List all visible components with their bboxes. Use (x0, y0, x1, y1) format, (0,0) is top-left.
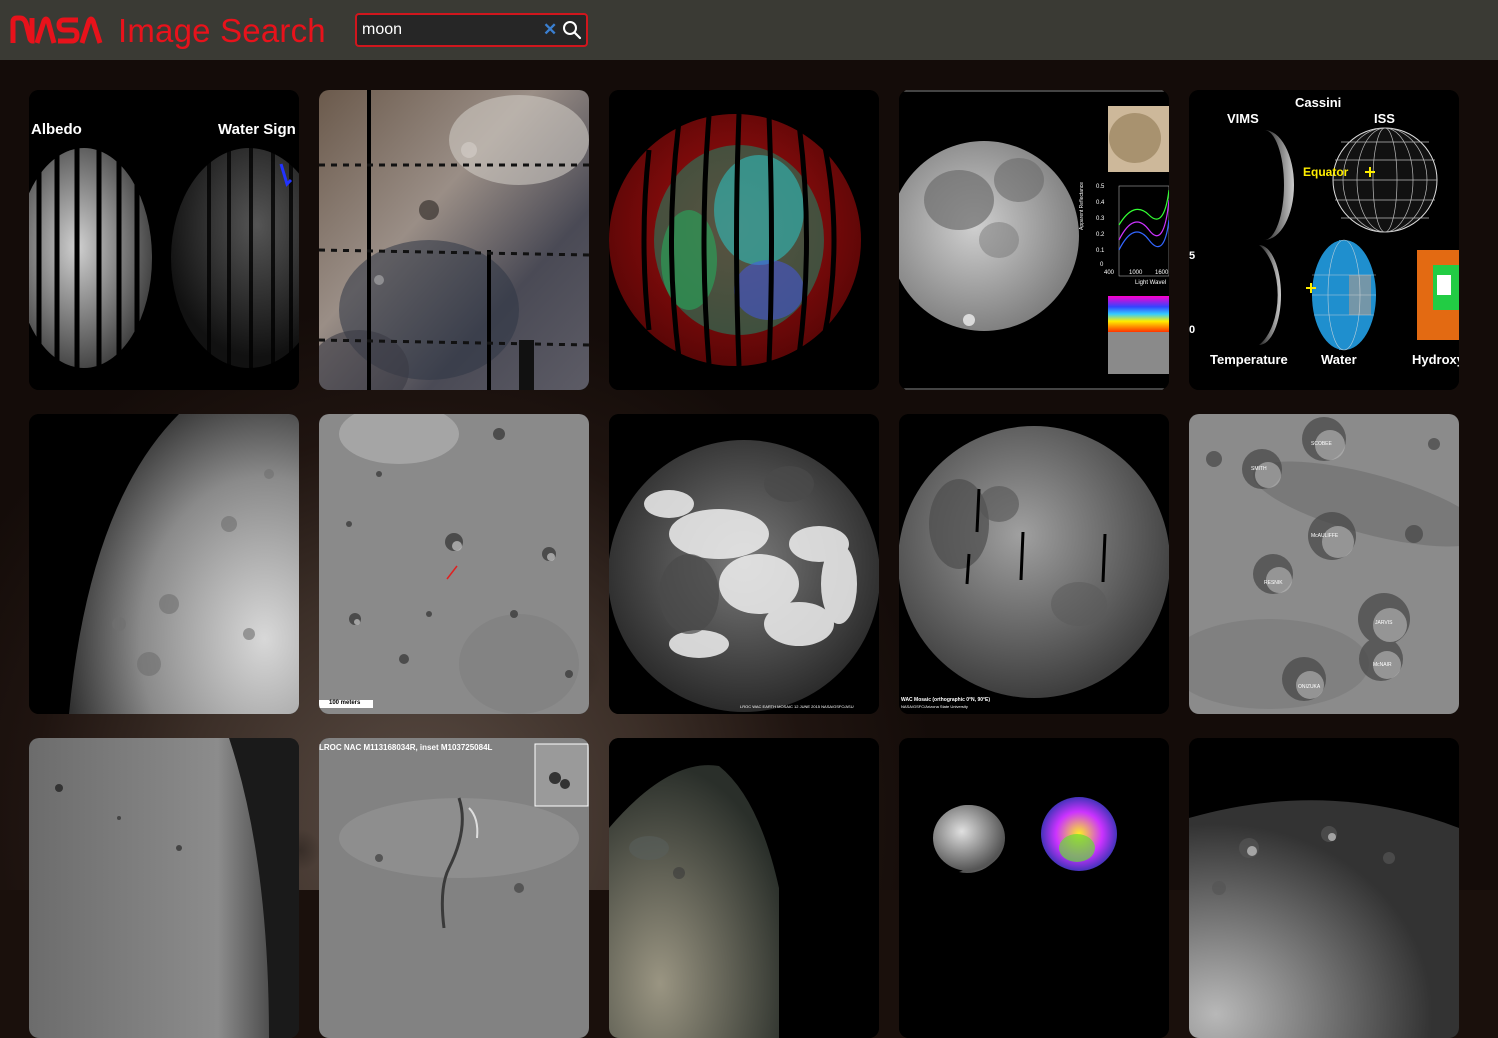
result-image-moon-color-limb[interactable] (609, 738, 879, 1038)
label-hydroxyl: Hydroxy (1412, 352, 1459, 367)
close-icon[interactable]: ✕ (543, 19, 557, 41)
crater-label-scobee: SCOBEE (1311, 441, 1332, 447)
axis-label-wavelength: Light Wavel (1135, 280, 1167, 286)
result-image-moon-limb[interactable] (29, 414, 299, 714)
label-num-5: 5 (1189, 250, 1196, 262)
tick-1000: 1000 (1129, 270, 1143, 276)
tick-y-0: 0 (1100, 262, 1104, 268)
crater-label-onizuka: ONIZUKA (1298, 684, 1321, 690)
label-cassini: Cassini (1295, 95, 1342, 110)
label-albedo: Albedo (31, 121, 82, 138)
tick-y-0-2: 0.2 (1096, 232, 1105, 238)
result-image-moon-terminator[interactable] (1189, 738, 1459, 1038)
label-vims: VIMS (1227, 111, 1259, 126)
results-grid: Albedo Water Sign Apparent Reflectance 4… (29, 90, 1459, 1038)
nasa-worm-logo (10, 15, 103, 44)
result-image-albedo-water[interactable]: Albedo Water Sign (29, 90, 299, 390)
result-image-wac-mosaic[interactable]: WAC Mosaic (orthographic 0°N, 90°E) NASA… (899, 414, 1169, 714)
search-icon[interactable] (562, 20, 582, 40)
result-image-surface-closeup[interactable] (29, 738, 299, 1038)
tick-1600: 1600 (1155, 270, 1169, 276)
label-equator: Equator (1303, 165, 1349, 179)
result-image-earth-mosaic[interactable]: LROC WAC EARTH MOSAIC 12 JUNE 2015 NASA/… (609, 414, 879, 714)
result-image-lroc-nac[interactable]: LROC NAC M113168034R, inset M103725084L (319, 738, 589, 1038)
earth-credit: LROC WAC EARTH MOSAIC 12 JUNE 2015 NASA/… (740, 704, 854, 709)
label-num-0: 0 (1189, 324, 1196, 336)
label-iss: ISS (1374, 111, 1395, 126)
tick-y-0-1: 0.1 (1096, 248, 1105, 254)
result-image-crater-field[interactable]: 100 meters (319, 414, 589, 714)
axis-label-reflectance: Apparent Reflectance (1079, 181, 1085, 230)
header-bar: Image Search ✕ (0, 0, 1498, 60)
result-image-moon-reflectance[interactable]: Apparent Reflectance 400 1000 1600 Light… (899, 90, 1169, 390)
search-input[interactable] (362, 19, 532, 41)
nasa-logo[interactable]: Image Search (10, 0, 326, 60)
app-title: Image Search (118, 12, 326, 49)
label-water-sign: Water Sign (218, 121, 296, 138)
crater-label-mcauliffe: McAULIFFE (1311, 533, 1339, 539)
result-image-cassini[interactable]: Cassini VIMS ISS Equator Temperature Wat… (1189, 90, 1459, 390)
tick-y-0-3: 0.3 (1096, 216, 1105, 222)
result-image-challenger-craters[interactable]: SCOBEE SMITH McAULIFFE RESNIK JARVIS McN… (1189, 414, 1459, 714)
crater-label-resnik: RESNIK (1264, 580, 1283, 586)
tick-y-0-5: 0.5 (1096, 184, 1105, 190)
label-temperature: Temperature (1210, 352, 1288, 367)
crater-label-smith: SMITH (1251, 466, 1267, 472)
label-water: Water (1321, 352, 1357, 367)
search-box: ✕ (355, 13, 588, 47)
result-image-lunar-mosaic[interactable] (319, 90, 589, 390)
crater-label-jarvis: JARVIS (1375, 620, 1393, 626)
tick-400: 400 (1104, 270, 1115, 276)
tick-y-0-4: 0.4 (1096, 200, 1105, 206)
scale-bar-label: 100 meters (329, 700, 361, 706)
lroc-caption: LROC NAC M113168034R, inset M103725084L (319, 743, 493, 752)
crater-label-mcnair: McNAIR (1373, 662, 1392, 668)
wac-credit-line1: WAC Mosaic (orthographic 0°N, 90°E) (901, 697, 991, 703)
result-image-moon-comparison[interactable] (899, 738, 1169, 1038)
result-image-moon-color-map[interactable] (609, 90, 879, 390)
wac-credit-line2: NASA/GSFC/Arizona State University (901, 704, 968, 709)
